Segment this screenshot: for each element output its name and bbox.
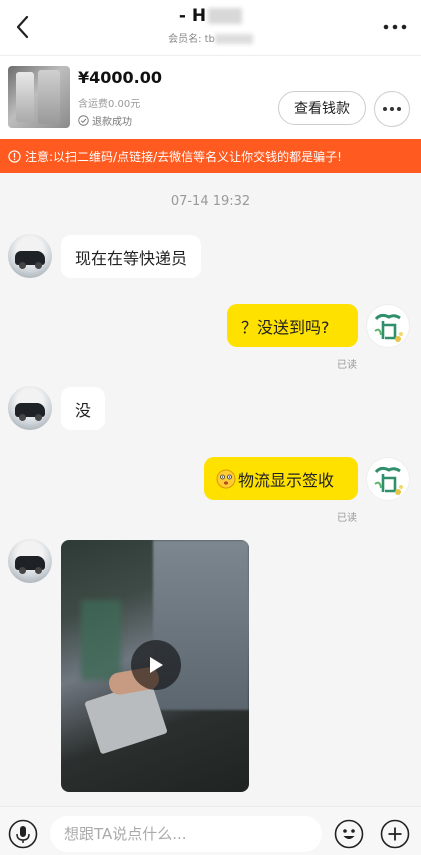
scam-warning-banner: 注意:以扫二维码/点链接/去微信等名义让你交钱的都是骗子! — [0, 139, 421, 173]
shipping-info: 含运费0.00元 — [78, 99, 141, 110]
message-timestamp: 07-14 19:32 — [170, 194, 251, 209]
message-bubble-own[interactable]: ？没送到吗? — [227, 304, 358, 347]
message-input[interactable] — [50, 816, 322, 852]
user-avatar[interactable] — [366, 457, 410, 501]
car-wheel — [19, 262, 26, 269]
summer-avatar-icon — [374, 313, 403, 342]
car-wheel — [35, 262, 42, 269]
car-wheel — [35, 414, 42, 421]
video-message[interactable] — [61, 540, 249, 792]
play-icon — [150, 657, 163, 673]
user-avatar[interactable] — [366, 304, 410, 348]
confused-emoji-icon — [216, 469, 236, 488]
plus-icon[interactable] — [380, 819, 410, 849]
microphone-icon[interactable] — [8, 819, 38, 849]
product-more-button[interactable] — [374, 91, 410, 127]
phone-image — [16, 72, 34, 122]
seller-avatar[interactable] — [8, 234, 52, 278]
seller-avatar[interactable] — [8, 386, 52, 430]
message-text: 物流显示签收 — [238, 470, 335, 490]
read-status: 已读 — [337, 360, 357, 371]
member-id: 会员名: tb — [0, 30, 421, 45]
product-price: ¥4000.00 — [78, 68, 163, 87]
emoji-icon[interactable] — [334, 819, 364, 849]
warning-icon — [8, 149, 21, 163]
contact-name: - H — [178, 6, 207, 26]
chat-header: - H 会员名: tb — [0, 0, 421, 55]
more-icon — [383, 107, 401, 111]
page-title: - H — [0, 6, 421, 26]
member-label: 会员名: tb — [168, 34, 215, 45]
video-frame-foliage — [81, 600, 121, 680]
car-wheel — [19, 567, 26, 574]
redacted-member — [214, 34, 253, 44]
play-button[interactable] — [131, 640, 181, 690]
message-input-bar — [0, 806, 421, 855]
message-bubble-own[interactable]: 物流显示签收 — [204, 457, 358, 500]
view-funds-button[interactable]: 查看钱款 — [278, 91, 366, 125]
seller-avatar[interactable] — [8, 539, 52, 583]
product-thumbnail[interactable] — [8, 66, 70, 128]
redacted-name — [208, 8, 243, 24]
car-wheel — [19, 414, 26, 421]
message-bubble[interactable]: 没 — [61, 387, 106, 430]
product-card[interactable]: ¥4000.00 含运费0.00元 退款成功 查看钱款 — [0, 55, 421, 139]
car-wheel — [35, 567, 42, 574]
refund-status: 退款成功 — [78, 113, 132, 128]
warning-text: 注意:以扫二维码/点链接/去微信等名义让你交钱的都是骗子! — [25, 149, 342, 164]
more-icon[interactable] — [381, 18, 409, 36]
refund-status-label: 退款成功 — [92, 117, 132, 128]
message-bubble[interactable]: 现在在等快递员 — [61, 235, 202, 278]
read-status: 已读 — [337, 513, 357, 524]
check-icon — [78, 115, 89, 126]
phone-image-back — [38, 70, 60, 124]
summer-avatar-icon — [374, 466, 403, 495]
